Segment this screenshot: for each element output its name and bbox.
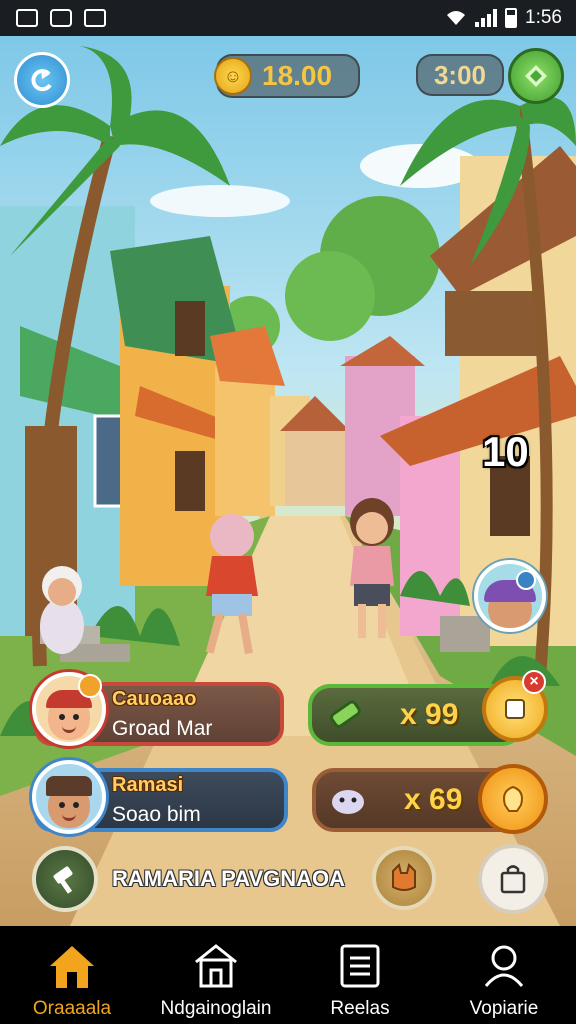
home-icon bbox=[50, 946, 94, 988]
battery-icon bbox=[505, 8, 518, 28]
nav-tab-profile[interactable]: Vopiarie bbox=[432, 926, 576, 1024]
nav-tab-home[interactable]: Oraaaala bbox=[0, 926, 144, 1024]
player-1-badge-icon bbox=[78, 674, 102, 698]
npc-avatar-button[interactable] bbox=[474, 560, 546, 632]
game-scene[interactable]: ☺ 18.00 3:00 10 Cauoaao Groad Mar Ramasi… bbox=[0, 36, 576, 926]
build-tool-button[interactable] bbox=[32, 846, 98, 912]
wifi-icon bbox=[447, 11, 466, 25]
player-2-avatar[interactable] bbox=[32, 760, 106, 834]
nav-tab-home-label: Oraaaala bbox=[32, 998, 112, 1019]
signal-icon bbox=[475, 9, 498, 27]
player-2-face bbox=[46, 776, 92, 828]
resource-2-value: x 69 bbox=[404, 783, 463, 816]
player-1-face bbox=[46, 690, 92, 740]
lantern-icon bbox=[503, 785, 523, 812]
nav-tab-profile-label: Vopiarie bbox=[469, 998, 539, 1019]
game-screen: 1:56 ☺ 18.00 3:00 10 Cauoaao Groad Mar R… bbox=[0, 0, 576, 1024]
list-icon bbox=[340, 944, 380, 988]
cat-icon bbox=[392, 863, 416, 891]
gem-icon bbox=[525, 65, 547, 87]
nav-tab-rules[interactable]: Reelas bbox=[288, 926, 432, 1024]
shop-button[interactable] bbox=[478, 844, 548, 914]
bottom-nav: Oraaaala Ndgainoglain Reelas Vopiarie bbox=[0, 926, 576, 1024]
hammer-icon bbox=[53, 866, 73, 894]
close-badge-icon[interactable]: × bbox=[522, 670, 546, 694]
pet-button[interactable] bbox=[372, 846, 436, 910]
npc-face bbox=[484, 580, 536, 628]
gallery-notification-icon bbox=[16, 9, 38, 27]
building-icon bbox=[195, 944, 237, 988]
nav-tab-buildings[interactable]: Ndgainoglain bbox=[144, 926, 288, 1024]
refresh-back-icon bbox=[31, 69, 52, 92]
player-2-title: Ramasi bbox=[112, 773, 184, 796]
coin-value: 18.00 bbox=[262, 60, 333, 91]
timer-display: 3:00 bbox=[416, 54, 504, 96]
coin-counter: ☺ 18.00 bbox=[214, 54, 360, 98]
gem-button[interactable] bbox=[508, 48, 564, 104]
profile-icon bbox=[484, 945, 524, 987]
back-button[interactable] bbox=[14, 52, 70, 108]
coin-icon: ☺ bbox=[214, 57, 252, 95]
player-1-subtitle: Groad Mar bbox=[112, 716, 213, 740]
action-bar-label: RAMARIA PAVGNAOA bbox=[112, 866, 346, 891]
ticket-icon bbox=[505, 699, 525, 719]
player-2-subtitle: Soao bim bbox=[112, 802, 201, 826]
score-counter: 10 bbox=[482, 428, 529, 475]
nav-tab-rules-label: Reelas bbox=[330, 998, 390, 1019]
resource-2-action-button[interactable] bbox=[478, 764, 548, 834]
calendar-notification-icon bbox=[84, 9, 106, 27]
chat-icon bbox=[516, 570, 536, 590]
nav-tab-buildings-label: Ndgainoglain bbox=[160, 998, 272, 1019]
resource-1-value: x 99 bbox=[400, 698, 459, 731]
timer-value: 3:00 bbox=[433, 59, 487, 90]
battery-resource-icon bbox=[330, 700, 361, 728]
status-bar: 1:56 bbox=[0, 0, 576, 36]
app-notification-icon bbox=[50, 9, 72, 27]
status-time: 1:56 bbox=[525, 7, 562, 28]
player-1-title: Cauoaao bbox=[112, 687, 197, 710]
shopping-bag-icon bbox=[500, 865, 526, 894]
creature-resource-icon bbox=[332, 790, 364, 814]
